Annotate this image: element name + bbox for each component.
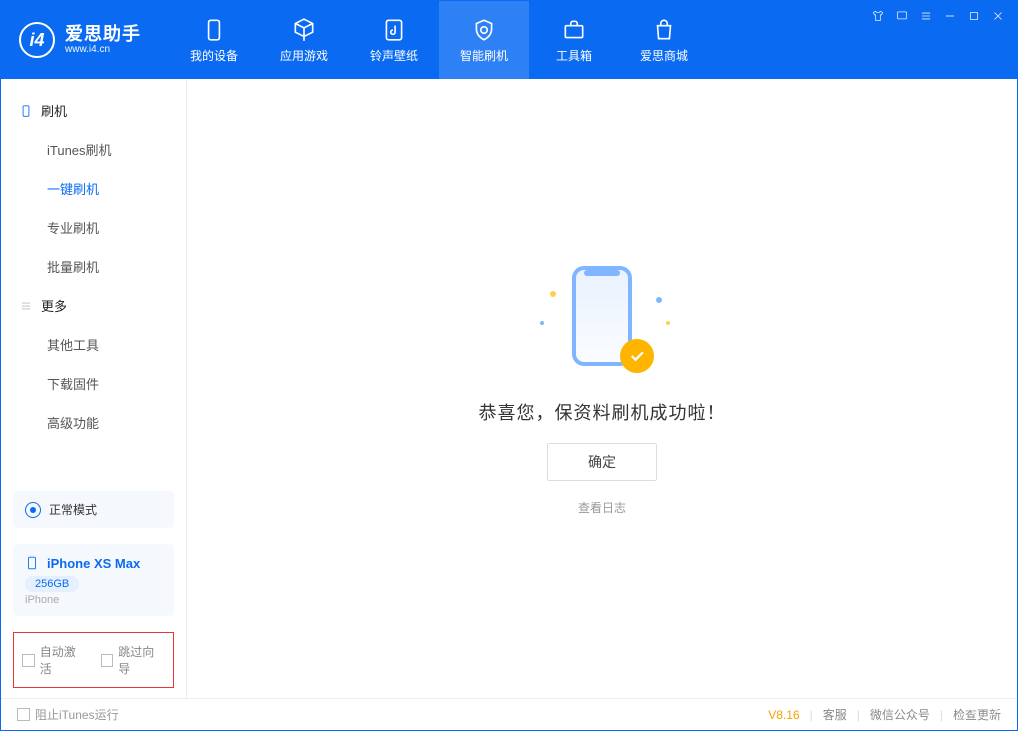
sidebar-group-more: 更多 [1, 286, 186, 325]
shield-refresh-icon [471, 17, 497, 43]
nav-my-device[interactable]: 我的设备 [169, 1, 259, 79]
logo-area: i4 爱思助手 www.i4.cn [1, 1, 159, 79]
sidebar-item-pro-flash[interactable]: 专业刷机 [1, 208, 186, 247]
nav-apps[interactable]: 应用游戏 [259, 1, 349, 79]
window-controls [859, 1, 1017, 79]
wechat-link[interactable]: 微信公众号 [870, 706, 930, 723]
sidebar-item-other-tools[interactable]: 其他工具 [1, 325, 186, 364]
sidebar: 刷机 iTunes刷机 一键刷机 专业刷机 批量刷机 更多 其他工具 下载固件 … [1, 79, 187, 698]
checkbox-label: 自动激活 [40, 643, 87, 677]
nav-label: 我的设备 [190, 47, 238, 64]
device-info-card[interactable]: iPhone XS Max 256GB iPhone [13, 544, 174, 616]
view-log-link[interactable]: 查看日志 [578, 499, 626, 516]
bag-icon [651, 17, 677, 43]
ok-button[interactable]: 确定 [547, 443, 657, 481]
device-capacity-badge: 256GB [25, 576, 79, 592]
checkbox-box-icon [101, 654, 114, 667]
checkbox-box-icon [22, 654, 35, 667]
menu-icon[interactable] [917, 7, 935, 25]
app-window: i4 爱思助手 www.i4.cn 我的设备 应用游戏 铃声壁纸 智能刷机 [0, 0, 1018, 731]
logo-icon: i4 [19, 22, 55, 58]
list-icon [19, 299, 33, 313]
sidebar-item-oneclick-flash[interactable]: 一键刷机 [1, 169, 186, 208]
feedback-icon[interactable] [893, 7, 911, 25]
nav-label: 工具箱 [556, 47, 592, 64]
device-name-label: iPhone XS Max [47, 556, 140, 571]
options-highlight-box: 自动激活 跳过向导 [13, 632, 174, 688]
phone-notch-icon [584, 270, 620, 276]
nav-label: 铃声壁纸 [370, 47, 418, 64]
nav-label: 智能刷机 [460, 47, 508, 64]
checkbox-block-itunes[interactable]: 阻止iTunes运行 [17, 706, 119, 723]
top-nav: 我的设备 应用游戏 铃声壁纸 智能刷机 工具箱 爱思商城 [169, 1, 709, 79]
sidebar-item-batch-flash[interactable]: 批量刷机 [1, 247, 186, 286]
support-link[interactable]: 客服 [823, 706, 847, 723]
checkbox-auto-activate[interactable]: 自动激活 [22, 643, 87, 677]
phone-icon [201, 17, 227, 43]
body: 刷机 iTunes刷机 一键刷机 专业刷机 批量刷机 更多 其他工具 下载固件 … [1, 79, 1017, 698]
nav-toolbox[interactable]: 工具箱 [529, 1, 619, 79]
checkbox-skip-guide[interactable]: 跳过向导 [101, 643, 166, 677]
logo-text: 爱思助手 www.i4.cn [65, 25, 141, 56]
checkbox-label: 阻止iTunes运行 [35, 706, 119, 723]
sidebar-group-flash: 刷机 [1, 91, 186, 130]
device-icon [19, 104, 33, 118]
nav-label: 应用游戏 [280, 47, 328, 64]
status-bar: 阻止iTunes运行 V8.16 | 客服 | 微信公众号 | 检查更新 [1, 698, 1017, 730]
device-status-card[interactable]: 正常模式 [13, 491, 174, 528]
close-icon[interactable] [989, 7, 1007, 25]
toolbox-icon [561, 17, 587, 43]
check-badge-icon [620, 339, 654, 373]
cube-icon [291, 17, 317, 43]
status-mode-label: 正常模式 [49, 501, 97, 518]
checkbox-box-icon [17, 708, 30, 721]
main-content: 恭喜您，保资料刷机成功啦！ 确定 查看日志 [187, 79, 1017, 698]
brand-url: www.i4.cn [65, 44, 141, 55]
version-label: V8.16 [768, 708, 799, 722]
phone-icon [25, 554, 39, 572]
nav-store[interactable]: 爱思商城 [619, 1, 709, 79]
group-title: 更多 [41, 296, 67, 315]
sidebar-item-advanced[interactable]: 高级功能 [1, 403, 186, 442]
nav-flash[interactable]: 智能刷机 [439, 1, 529, 79]
group-title: 刷机 [41, 101, 67, 120]
nav-ringtones[interactable]: 铃声壁纸 [349, 1, 439, 79]
success-message: 恭喜您，保资料刷机成功啦！ [479, 399, 726, 425]
sidebar-item-download-fw[interactable]: 下载固件 [1, 364, 186, 403]
device-type-label: iPhone [25, 594, 162, 606]
music-file-icon [381, 17, 407, 43]
title-bar: i4 爱思助手 www.i4.cn 我的设备 应用游戏 铃声壁纸 智能刷机 [1, 1, 1017, 79]
brand-name: 爱思助手 [65, 25, 141, 45]
sidebar-item-itunes-flash[interactable]: iTunes刷机 [1, 130, 186, 169]
success-illustration [532, 261, 672, 381]
maximize-icon[interactable] [965, 7, 983, 25]
tshirt-icon[interactable] [869, 7, 887, 25]
checkbox-label: 跳过向导 [118, 643, 165, 677]
status-dot-icon [25, 502, 41, 518]
nav-label: 爱思商城 [640, 47, 688, 64]
minimize-icon[interactable] [941, 7, 959, 25]
